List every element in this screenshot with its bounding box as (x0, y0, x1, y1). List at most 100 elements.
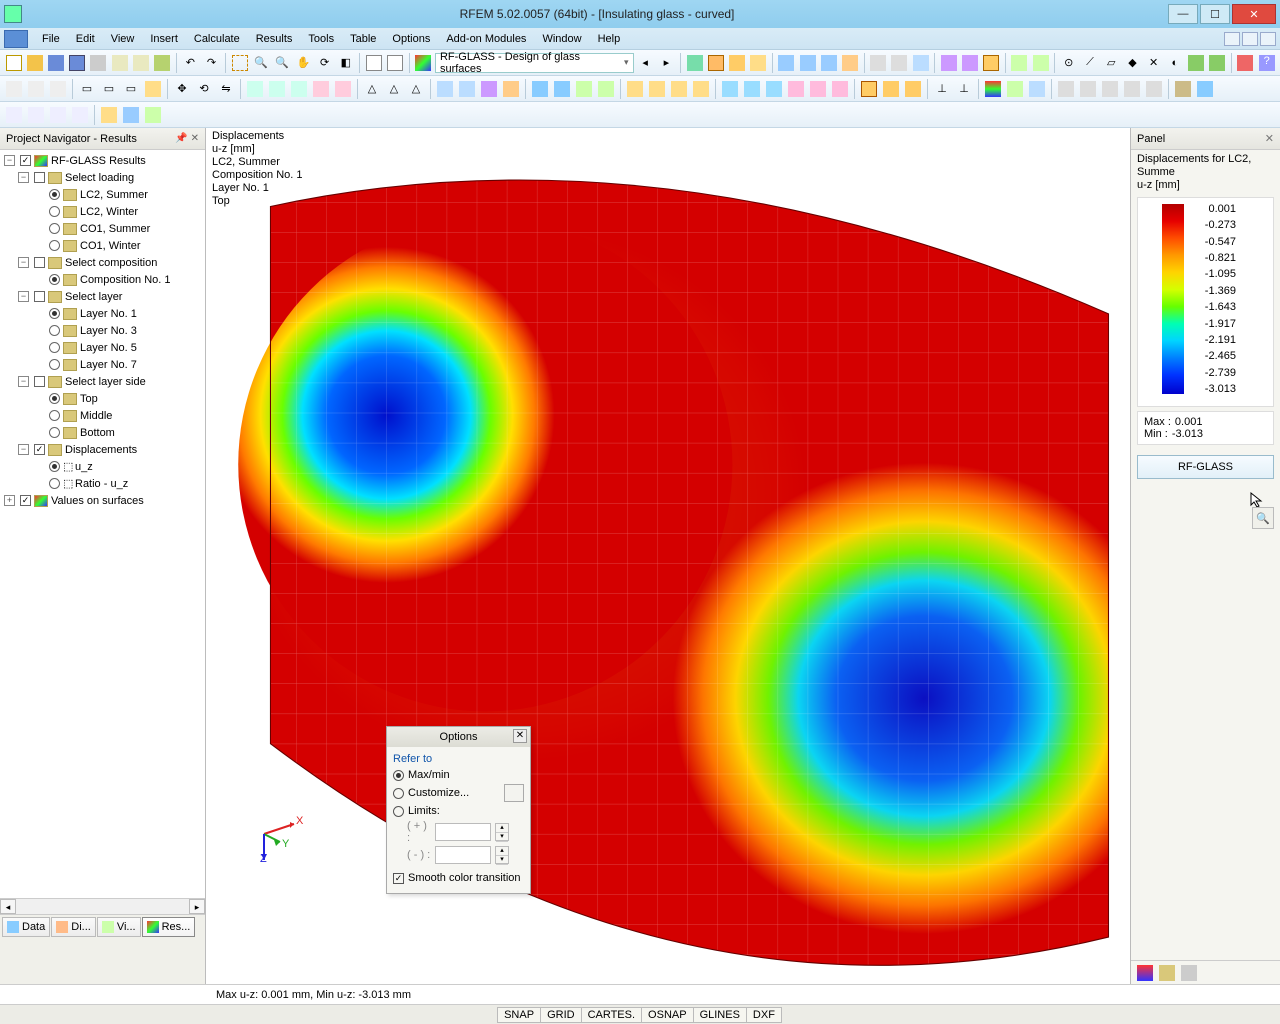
misc-3-icon[interactable] (1100, 79, 1120, 99)
ax-2-icon[interactable]: ⊥ (954, 79, 974, 99)
sel-1-icon[interactable]: ▭ (77, 79, 97, 99)
zoom-prev-icon[interactable]: 🔍 (273, 53, 292, 73)
obj-3-icon[interactable] (574, 79, 594, 99)
ld-e-icon[interactable] (808, 79, 828, 99)
t2-c-icon[interactable] (48, 79, 68, 99)
t3-1-icon[interactable] (4, 105, 24, 125)
misc-1-icon[interactable] (1056, 79, 1076, 99)
tree-side-top[interactable]: Top (80, 393, 98, 405)
navigator-hscroll[interactable]: ◂▸ (0, 898, 205, 914)
status-glines[interactable]: GLINES (693, 1007, 747, 1023)
sel-3-icon[interactable]: ▭ (121, 79, 141, 99)
sec-4-icon[interactable] (691, 79, 711, 99)
minimize-button[interactable]: — (1168, 4, 1198, 24)
zoom-window-icon[interactable] (230, 53, 249, 73)
grid-2-icon[interactable] (890, 53, 909, 73)
tree-values[interactable]: Values on surfaces (51, 495, 144, 507)
options-radio-customize[interactable]: Customize... (393, 784, 524, 802)
panel-tab-scale-icon[interactable] (1159, 965, 1175, 981)
tree-side-bottom[interactable]: Bottom (80, 427, 115, 439)
ld-c-icon[interactable] (764, 79, 784, 99)
navigator-tree[interactable]: −RF-GLASS Results −Select loading LC2, S… (0, 150, 205, 898)
tree-loading[interactable]: Select loading (65, 172, 134, 184)
settings-icon[interactable] (1173, 79, 1193, 99)
dim-3-icon[interactable] (289, 79, 309, 99)
tree-uz[interactable]: u_z (75, 461, 93, 473)
render-4-icon[interactable] (749, 53, 768, 73)
render-2-icon[interactable] (706, 53, 725, 73)
dim-5-icon[interactable] (333, 79, 353, 99)
clr-3-icon[interactable] (1027, 79, 1047, 99)
menu-window[interactable]: Window (534, 31, 589, 47)
move-icon[interactable]: ✥ (172, 79, 192, 99)
tree-layer-5[interactable]: Layer No. 5 (80, 342, 137, 354)
menu-addon[interactable]: Add-on Modules (438, 31, 534, 47)
mdi-restore-icon[interactable] (1242, 32, 1258, 46)
cross-icon[interactable]: ✕ (1144, 53, 1163, 73)
line-2-icon[interactable]: △ (384, 79, 404, 99)
tree-layer-7[interactable]: Layer No. 7 (80, 359, 137, 371)
rotate2-icon[interactable]: ⟲ (194, 79, 214, 99)
module-combo[interactable]: RF-GLASS - Design of glass surfaces (435, 53, 634, 73)
render-1-icon[interactable] (685, 53, 704, 73)
panel-tab-filter-icon[interactable] (1181, 965, 1197, 981)
mirror-icon[interactable]: ⇋ (216, 79, 236, 99)
pan-icon[interactable]: ✋ (294, 53, 313, 73)
open-icon[interactable] (25, 53, 44, 73)
nav-tab-results[interactable]: Res... (142, 917, 196, 937)
sect-icon[interactable]: ◐ (1165, 53, 1184, 73)
limit-plus-stepper[interactable]: ▴▾ (495, 823, 509, 841)
panel-zoom-icon[interactable]: 🔍 (1252, 507, 1274, 529)
print-icon[interactable] (89, 53, 108, 73)
misc-2-icon[interactable] (1078, 79, 1098, 99)
load-4-icon[interactable] (840, 53, 859, 73)
obj-2-icon[interactable] (552, 79, 572, 99)
t3-5-icon[interactable] (99, 105, 119, 125)
new-icon[interactable] (4, 53, 23, 73)
sec-2-icon[interactable] (647, 79, 667, 99)
status-osnap[interactable]: OSNAP (641, 1007, 694, 1023)
help-icon[interactable]: ? (1257, 53, 1276, 73)
res-3-icon[interactable] (982, 53, 1001, 73)
status-cartes[interactable]: CARTES. (581, 1007, 642, 1023)
t3-3-icon[interactable] (48, 105, 68, 125)
clr-2-icon[interactable] (1005, 79, 1025, 99)
res-1-icon[interactable] (939, 53, 958, 73)
menu-edit[interactable]: Edit (68, 31, 103, 47)
menu-help[interactable]: Help (590, 31, 629, 47)
clr-1-icon[interactable] (983, 79, 1003, 99)
misc-4-icon[interactable] (1122, 79, 1142, 99)
view-icon[interactable]: ◧ (336, 53, 355, 73)
line-1-icon[interactable]: △ (362, 79, 382, 99)
t2-a-icon[interactable] (4, 79, 24, 99)
tree-composition[interactable]: Select composition (65, 257, 157, 269)
nav-prev-icon[interactable]: ◂ (636, 53, 655, 73)
res-2-icon[interactable] (960, 53, 979, 73)
menu-table[interactable]: Table (342, 31, 384, 47)
mdi-minimize-icon[interactable] (1224, 32, 1240, 46)
limit-minus-stepper[interactable]: ▴▾ (495, 846, 509, 864)
tree-lc2-summer[interactable]: LC2, Summer (80, 189, 148, 201)
nav-tab-display[interactable]: Di... (51, 917, 96, 937)
tree-layer[interactable]: Select layer (65, 291, 122, 303)
nav-next-icon[interactable]: ▸ (657, 53, 676, 73)
load-2-icon[interactable] (798, 53, 817, 73)
dim-1-icon[interactable] (245, 79, 265, 99)
obj-4-icon[interactable] (596, 79, 616, 99)
ld-a-icon[interactable] (720, 79, 740, 99)
undo-icon[interactable]: ↶ (181, 53, 200, 73)
tree-root[interactable]: RF-GLASS Results (51, 155, 146, 167)
menu-calculate[interactable]: Calculate (186, 31, 248, 47)
mat-icon[interactable] (1186, 53, 1205, 73)
grid-3-icon[interactable] (911, 53, 930, 73)
tree-ratio-uz[interactable]: Ratio - u_z (75, 478, 128, 490)
copy-icon[interactable] (110, 53, 129, 73)
tree-layer-1[interactable]: Layer No. 1 (80, 308, 137, 320)
disp-c-icon[interactable] (903, 79, 923, 99)
t3-7-icon[interactable] (143, 105, 163, 125)
customize-button-icon[interactable] (504, 784, 524, 802)
options-radio-maxmin[interactable]: Max/min (393, 769, 524, 781)
grp-4-icon[interactable] (501, 79, 521, 99)
grp-3-icon[interactable] (479, 79, 499, 99)
rotate-icon[interactable]: ⟳ (315, 53, 334, 73)
